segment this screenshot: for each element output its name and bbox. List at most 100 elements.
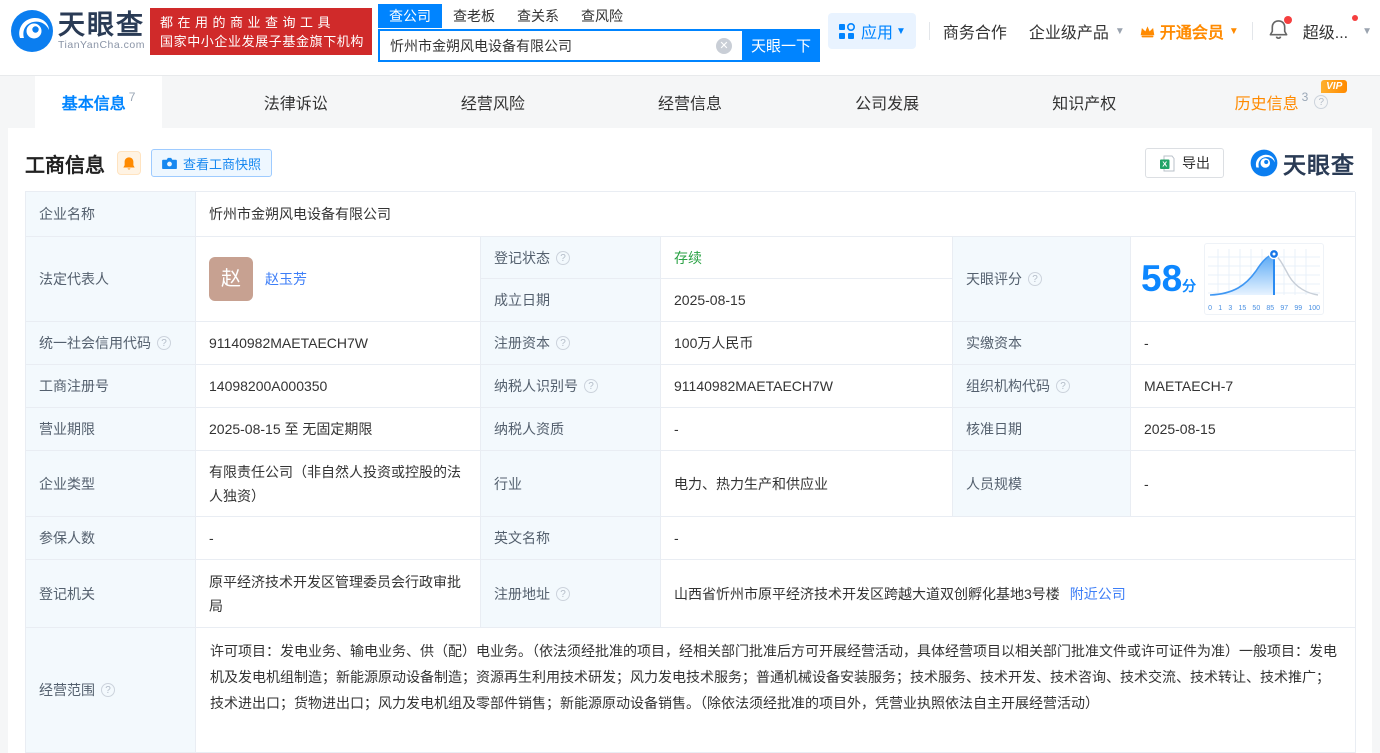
value-text: 电力、热力生产和供应业 [674,472,828,496]
reg-status-value: 存续 [661,237,953,279]
crown-icon [1139,24,1156,38]
field-label: 人员规模 [953,451,1131,517]
logo-swirl-icon [1250,149,1278,177]
nav-enterprise[interactable]: 企业级产品 [1029,19,1109,43]
help-icon[interactable] [556,587,570,601]
label-text: 天眼评分 [966,267,1022,291]
est-date-value: 2025-08-15 [661,279,953,322]
taxpayer-qual-value: - [661,408,953,451]
label-text: 营业期限 [39,417,95,441]
uscc-value: 91140982MAETAECH7W [196,322,481,365]
tab-label: 经营信息 [658,90,722,114]
tab-label: 历史信息 [1235,90,1299,114]
watermark-label: 天眼查 [1283,146,1355,180]
nav-cooperation[interactable]: 商务合作 [943,19,1007,43]
taxpayer-id-value: 91140982MAETAECH7W [661,365,953,408]
field-label: 实缴资本 [953,322,1131,365]
company-type-value: 有限责任公司（非自然人投资或控股的法人独资） [196,451,481,517]
tab-company-development[interactable]: 公司发展 [789,76,986,128]
label-text: 纳税人识别号 [494,374,578,398]
score-axis-ticks: 0131550859799100 [1208,305,1320,313]
paid-capital-value: - [1131,322,1356,365]
help-icon[interactable] [556,336,570,350]
value-text: 2025-08-15 [1144,417,1216,441]
tab-label: 基本信息 [62,90,126,114]
divider [929,22,930,40]
label-text: 注册地址 [494,582,550,606]
monitor-bell-button[interactable] [117,151,141,175]
export-button[interactable]: X 导出 [1145,148,1224,178]
apps-label: 应用 [861,19,893,43]
promo-line-1: 都在用的商业查询工具 [160,13,362,32]
help-icon[interactable] [1314,95,1328,109]
score-unit: 分 [1182,278,1196,294]
field-label: 行业 [481,451,661,517]
tab-intellectual-property[interactable]: 知识产权 [986,76,1183,128]
tianyancha-logo[interactable]: 天眼查 TianYanCha.com [10,9,145,53]
label-text: 实缴资本 [966,331,1022,355]
search-tab-company[interactable]: 查公司 [378,4,442,28]
field-label: 注册地址 [481,560,661,628]
tab-label: 法律诉讼 [264,90,328,114]
notification-dot [1284,16,1292,24]
label-text: 登记机关 [39,582,95,606]
tab-operating-risk[interactable]: 经营风险 [394,76,591,128]
help-icon[interactable] [1056,379,1070,393]
help-icon[interactable] [556,251,570,265]
help-icon[interactable] [101,683,115,697]
label-text: 工商注册号 [39,374,109,398]
legal-rep-link[interactable]: 赵玉芳 [265,267,307,291]
caret-down-icon: ▼ [1115,26,1125,37]
help-icon[interactable] [157,336,171,350]
company-name-value: 忻州市金朔风电设备有限公司 [196,192,1356,237]
super-vip-label: 超级... [1303,19,1348,43]
field-label: 营业期限 [26,408,196,451]
apps-grid-icon [838,23,855,40]
biz-scope-value: 许可项目：发电业务、输电业务、供（配）电业务。（依法须经批准的项目，经相关部门批… [196,628,1356,753]
value-text: 原平经济技术开发区管理委员会行政审批局 [209,570,470,618]
logo-title: 天眼查 [58,11,145,39]
vip-upgrade-link[interactable]: 开通会员 ▼ [1139,19,1239,43]
super-vip-menu[interactable]: 超级... ▼ [1303,19,1372,43]
tab-business-info[interactable]: 经营信息 [591,76,788,128]
label-text: 行业 [494,472,522,496]
search-input[interactable] [378,29,742,62]
label-text: 企业类型 [39,472,95,496]
search-tab-boss[interactable]: 查老板 [442,4,506,28]
search-button[interactable]: 天眼一下 [742,29,820,62]
value-text: 忻州市金朔风电设备有限公司 [209,202,391,226]
help-icon[interactable] [1028,272,1042,286]
apps-menu[interactable]: 应用 ▼ [828,13,916,49]
search-tab-risk[interactable]: 查风险 [570,4,634,28]
help-icon[interactable] [584,379,598,393]
tab-history-info[interactable]: VIP 历史信息 3 [1183,76,1380,128]
value-text: 2025-08-15 [674,288,746,312]
tab-legal-proceedings[interactable]: 法律诉讼 [197,76,394,128]
search-tab-relation[interactable]: 查关系 [506,4,570,28]
tab-basic-info[interactable]: 基本信息7 [0,76,197,128]
notification-bell[interactable] [1268,18,1289,45]
value-text: 山西省忻州市原平经济技术开发区跨越大道双创孵化基地3号楼 [674,582,1060,606]
view-snapshot-button[interactable]: 查看工商快照 [151,149,272,177]
company-tabs: 基本信息7 法律诉讼 经营风险 经营信息 公司发展 知识产权 VIP 历史信息 … [0,75,1380,128]
label-text: 英文名称 [494,526,550,550]
search-tabs: 查公司 查老板 查关系 查风险 [378,3,820,28]
tianyan-score-cell[interactable]: 58分 [1131,237,1356,322]
value-text: - [1144,331,1149,355]
approval-date-value: 2025-08-15 [1131,408,1356,451]
clear-icon[interactable]: ✕ [716,38,732,54]
tabstrip-gap [0,62,1380,75]
field-label: 组织机构代码 [953,365,1131,408]
avatar[interactable]: 赵 [209,257,253,301]
biz-term-value: 2025-08-15 至 无固定期限 [196,408,481,451]
label-text: 核准日期 [966,417,1022,441]
svg-text:X: X [1162,159,1167,168]
nearby-companies-link[interactable]: 附近公司 [1070,582,1126,606]
label-text: 组织机构代码 [966,374,1050,398]
field-label: 核准日期 [953,408,1131,451]
field-label: 企业名称 [26,192,196,237]
label-text: 参保人数 [39,526,95,550]
value-text: 14098200A000350 [209,374,327,398]
field-label: 统一社会信用代码 [26,322,196,365]
tab-count: 7 [129,90,136,104]
